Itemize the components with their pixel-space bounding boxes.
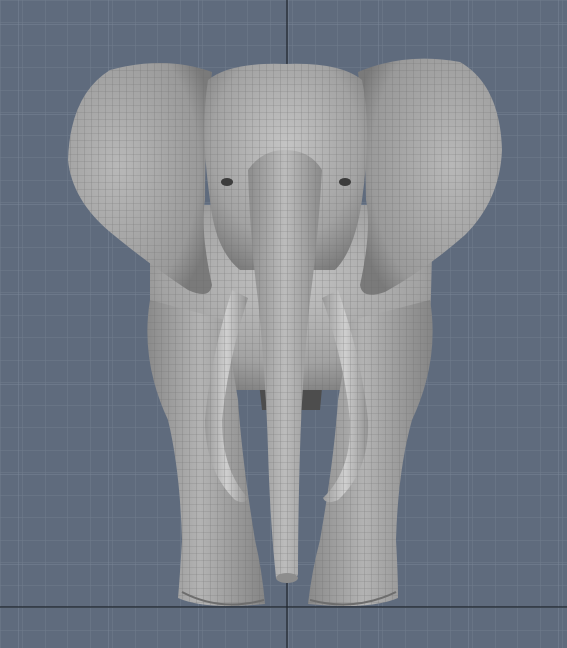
left-eye-icon [221,178,233,186]
trunk-tip [276,573,298,583]
3d-viewport[interactable] [0,0,567,648]
viewport-canvas[interactable] [0,0,567,648]
right-eye-icon [339,178,351,186]
